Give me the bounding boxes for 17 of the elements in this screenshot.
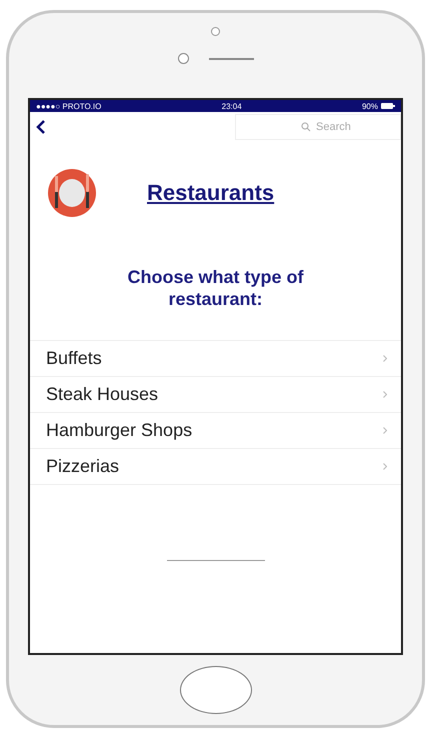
section-heading: Choose what type of restaurant: bbox=[126, 266, 304, 310]
camera-icon bbox=[211, 27, 220, 36]
plate-icon bbox=[47, 168, 97, 218]
sensor-icon bbox=[178, 53, 188, 64]
chevron-icon bbox=[383, 463, 387, 470]
list-item[interactable]: Pizzerias bbox=[30, 448, 401, 485]
carrier-label: ●●●●○ PROTO.IO bbox=[36, 102, 102, 110]
chevron-icon bbox=[383, 391, 387, 398]
search-field[interactable]: Search bbox=[235, 114, 401, 140]
chevron-icon bbox=[383, 427, 387, 434]
page-title[interactable]: Restaurants bbox=[147, 180, 274, 206]
search-icon bbox=[301, 122, 311, 132]
battery-icon bbox=[381, 103, 395, 109]
battery-label: 90% bbox=[362, 102, 378, 110]
time-label: 23:04 bbox=[222, 102, 242, 110]
chevron-icon bbox=[383, 355, 387, 362]
back-icon[interactable] bbox=[36, 120, 46, 134]
